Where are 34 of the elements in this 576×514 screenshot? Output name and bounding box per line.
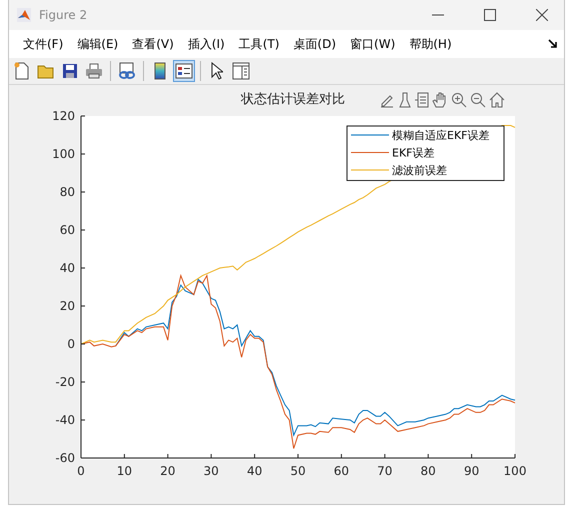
- y-tick-label: -20: [55, 375, 75, 389]
- y-tick-label: 0: [67, 337, 75, 351]
- legend-label: EKF误差: [392, 146, 434, 160]
- y-tick-label: 120: [52, 109, 75, 123]
- window-title: Figure 2: [39, 8, 88, 22]
- y-tick-label: 100: [52, 147, 75, 161]
- y-tick-label: -60: [55, 451, 75, 465]
- x-tick-label: 40: [246, 464, 262, 478]
- y-tick-label: 40: [60, 261, 75, 275]
- menu-item[interactable]: 查看(V): [126, 36, 182, 52]
- menu-item[interactable]: 窗口(W): [344, 36, 404, 52]
- menu-item[interactable]: 编辑(E): [71, 36, 126, 52]
- y-tick-label: -40: [55, 413, 75, 427]
- menu-item[interactable]: 文件(F): [17, 36, 72, 52]
- x-tick-label: 0: [77, 464, 85, 478]
- y-tick-label: 80: [60, 185, 75, 199]
- y-tick-label: 60: [60, 223, 75, 237]
- x-tick-label: 60: [334, 464, 350, 478]
- menu-item[interactable]: 桌面(D): [287, 36, 344, 52]
- legend-label: 模糊自适应EKF误差: [392, 129, 490, 142]
- x-tick-label: 30: [204, 464, 219, 478]
- x-tick-label: 90: [464, 464, 480, 478]
- menu-item[interactable]: 帮助(H): [403, 36, 460, 52]
- x-tick-label: 80: [420, 464, 436, 478]
- x-tick-label: 20: [160, 464, 176, 478]
- x-tick-label: 50: [290, 464, 306, 478]
- x-tick-label: 10: [116, 464, 132, 478]
- y-tick-label: 20: [60, 299, 75, 313]
- chart-title: 状态估计误差对比: [241, 91, 346, 108]
- x-tick-label: 100: [504, 464, 526, 478]
- x-tick-label: 70: [377, 464, 392, 478]
- legend-label: 滤波前误差: [392, 164, 447, 177]
- menu-item[interactable]: 工具(T): [232, 36, 288, 52]
- menu-item[interactable]: 插入(I): [182, 36, 233, 52]
